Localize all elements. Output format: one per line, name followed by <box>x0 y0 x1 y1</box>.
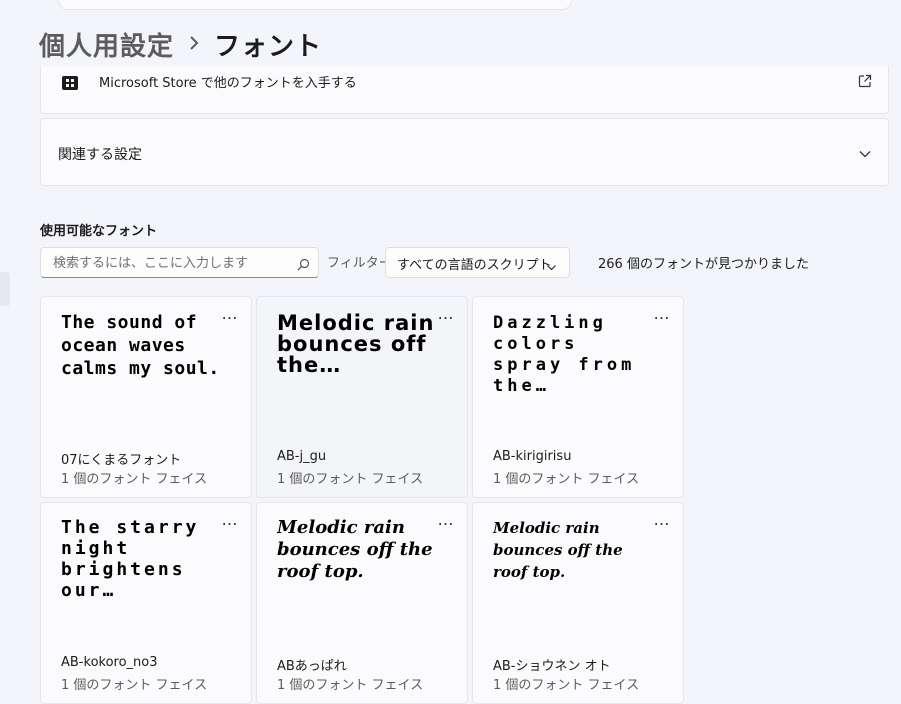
font-tile[interactable]: … Melodic rain bounces off the roof top.… <box>472 502 684 704</box>
search-icon[interactable] <box>297 256 310 271</box>
font-search-input[interactable] <box>51 252 295 275</box>
breadcrumb-parent[interactable]: 個人用設定 <box>39 26 174 63</box>
font-name: ABあっぱれ <box>277 659 347 674</box>
font-face-count: 1 個のフォント フェイス <box>493 472 640 487</box>
font-sample-text: Melodic rain bounces off the roof top. <box>493 519 623 581</box>
font-sample-text: Melodic rain bounces off the… <box>277 313 435 377</box>
font-tile[interactable]: … The sound of ocean waves calms my soul… <box>40 296 252 498</box>
store-icon <box>61 74 79 90</box>
font-name: AB-j_gu <box>277 449 327 464</box>
font-sample-text: Melodic rain bounces off the roof top. <box>277 517 433 582</box>
related-settings-label: 関連する設定 <box>58 147 142 163</box>
font-sample-text: The starry night brightens our… <box>61 517 200 601</box>
related-settings-expander[interactable]: 関連する設定 <box>40 118 889 186</box>
font-tile[interactable]: … Melodic rain bounces off the… AB-j_gu … <box>256 296 468 498</box>
font-tile[interactable]: … Dazzling colors spray from the… AB-kir… <box>472 296 684 498</box>
font-tile[interactable]: … Melodic rain bounces off the roof top.… <box>256 502 468 704</box>
script-filter-dropdown[interactable]: すべての言語のスクリプト <box>385 247 570 278</box>
font-name: AB-kirigirisu <box>493 449 572 464</box>
font-name: AB-ショウネン オト <box>493 659 611 674</box>
top-search-bar[interactable] <box>58 0 572 10</box>
page-title: フォント <box>214 31 323 62</box>
chevron-down-icon <box>858 146 872 160</box>
breadcrumb: 個人用設定 フォント <box>39 26 322 62</box>
font-name: AB-kokoro_no3 <box>61 655 158 670</box>
nav-edge-handle <box>0 272 10 306</box>
font-face-count: 1 個のフォント フェイス <box>61 472 208 487</box>
font-count-text: 266 個のフォントが見つかりました <box>598 257 809 272</box>
font-name: 07にくまるフォント <box>61 453 182 468</box>
filter-selected-value: すべての言語のスクリプト <box>397 258 552 273</box>
external-link-icon <box>858 73 872 88</box>
chevron-down-icon <box>546 258 557 271</box>
font-tile[interactable]: … The starry night brightens our… AB-kok… <box>40 502 252 704</box>
font-sample-text: Dazzling colors spray from the… <box>493 313 636 396</box>
store-link-card[interactable]: Microsoft Store で他のフォントを入手する <box>40 66 889 114</box>
breadcrumb-separator-icon <box>184 32 204 56</box>
font-search-box[interactable] <box>40 247 319 278</box>
store-link-label: Microsoft Store で他のフォントを入手する <box>99 76 357 91</box>
font-sample-text: The sound of ocean waves calms my soul. <box>61 312 220 379</box>
font-face-count: 1 個のフォント フェイス <box>277 472 424 487</box>
available-fonts-heading: 使用可能なフォント <box>40 224 158 239</box>
